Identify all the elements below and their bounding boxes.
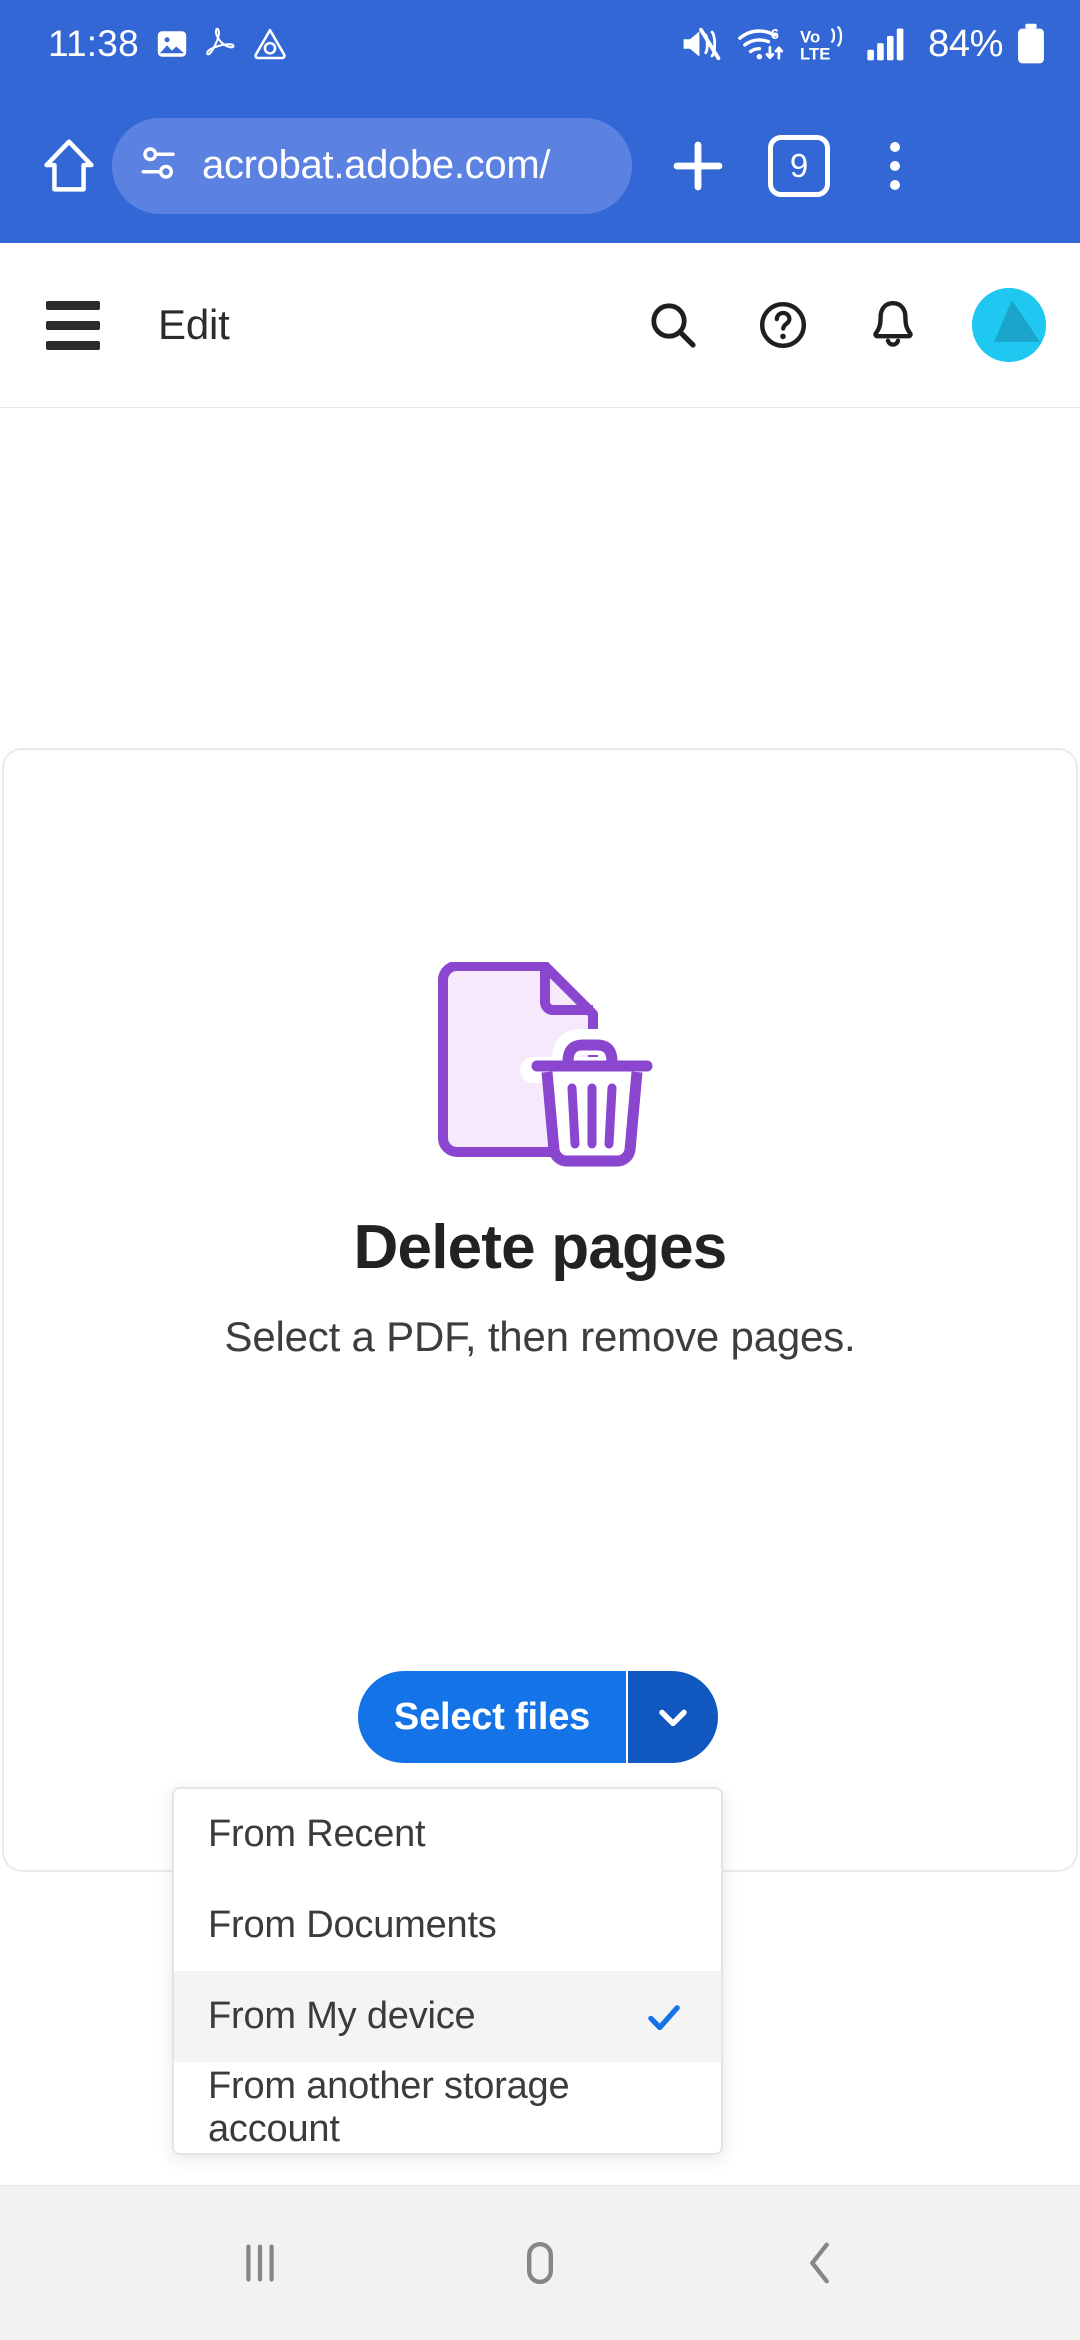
- browser-toolbar: acrobat.adobe.com/ 9: [0, 88, 1080, 243]
- tune-icon: [138, 142, 180, 189]
- browser-overflow-menu-icon[interactable]: [860, 131, 930, 201]
- menu-item-label: From another storage account: [208, 2064, 570, 2150]
- hamburger-icon[interactable]: [36, 288, 110, 362]
- mute-vibrate-icon: [680, 25, 722, 63]
- source-dropdown-menu: From Recent From Documents From My devic…: [172, 1787, 723, 2155]
- select-files-group: Select files: [358, 1671, 718, 1763]
- tab-counter-button[interactable]: 9: [768, 134, 830, 197]
- status-clock: 11:38: [48, 23, 139, 64]
- battery-percentage: 84%: [928, 22, 1003, 65]
- menu-item-from-another-storage-account[interactable]: From another storage account: [174, 2062, 721, 2153]
- hamburger-line: [46, 300, 100, 310]
- menu-dot: [890, 160, 900, 171]
- select-files-button[interactable]: Select files: [358, 1671, 626, 1763]
- adobe-acrobat-icon: [205, 27, 237, 61]
- menu-item-label: From Recent: [208, 1813, 426, 1855]
- battery-icon: [1016, 23, 1046, 65]
- status-bar: 11:38 6 Vo LTE 84%: [0, 0, 1080, 88]
- svg-text:6: 6: [771, 27, 779, 43]
- status-bar-right: 6 Vo LTE 84%: [680, 23, 1046, 66]
- help-icon[interactable]: [752, 294, 814, 356]
- browser-home-button[interactable]: [34, 131, 104, 201]
- page-title: Edit: [158, 301, 230, 348]
- image-icon: [155, 27, 189, 61]
- menu-dot: [890, 141, 900, 152]
- hamburger-line: [46, 320, 100, 330]
- menu-item-label: From Documents: [208, 1904, 497, 1946]
- status-bar-left: 11:38: [48, 23, 287, 65]
- signal-bars-icon: [865, 26, 909, 62]
- hamburger-line: [46, 340, 100, 350]
- back-icon[interactable]: [765, 2208, 875, 2318]
- menu-dot: [890, 179, 900, 190]
- tool-title: Delete pages: [353, 1213, 728, 1282]
- menu-item-label: From My device: [208, 1995, 476, 2037]
- recents-icon[interactable]: [205, 2208, 315, 2318]
- url-text: acrobat.adobe.com/: [202, 143, 551, 187]
- document-with-trash-icon: [425, 961, 664, 1172]
- avatar[interactable]: [972, 288, 1046, 362]
- tool-subtitle: Select a PDF, then remove pages.: [224, 1313, 856, 1360]
- header-actions: [642, 288, 1046, 362]
- volte-icon: Vo LTE: [800, 24, 852, 64]
- menu-item-from-recent[interactable]: From Recent: [174, 1789, 721, 1880]
- menu-item-from-my-device[interactable]: From My device: [174, 1971, 721, 2062]
- svg-text:LTE: LTE: [800, 44, 831, 63]
- chevron-down-icon[interactable]: [628, 1671, 718, 1763]
- checkmark-icon: [643, 1996, 685, 2038]
- notifications-bell-icon[interactable]: [862, 294, 924, 356]
- new-tab-button[interactable]: [658, 126, 738, 206]
- wifi-6-icon: 6: [735, 24, 787, 64]
- browser-url-bar[interactable]: acrobat.adobe.com/: [112, 117, 632, 214]
- tab-count-label: 9: [789, 146, 809, 184]
- home-icon[interactable]: [485, 2208, 595, 2318]
- search-icon[interactable]: [642, 294, 704, 356]
- android-navigation-bar: [0, 2185, 1080, 2340]
- adobe-creative-cloud-icon: [253, 27, 287, 61]
- app-header: Edit: [0, 243, 1080, 408]
- menu-item-from-documents[interactable]: From Documents: [174, 1880, 721, 1971]
